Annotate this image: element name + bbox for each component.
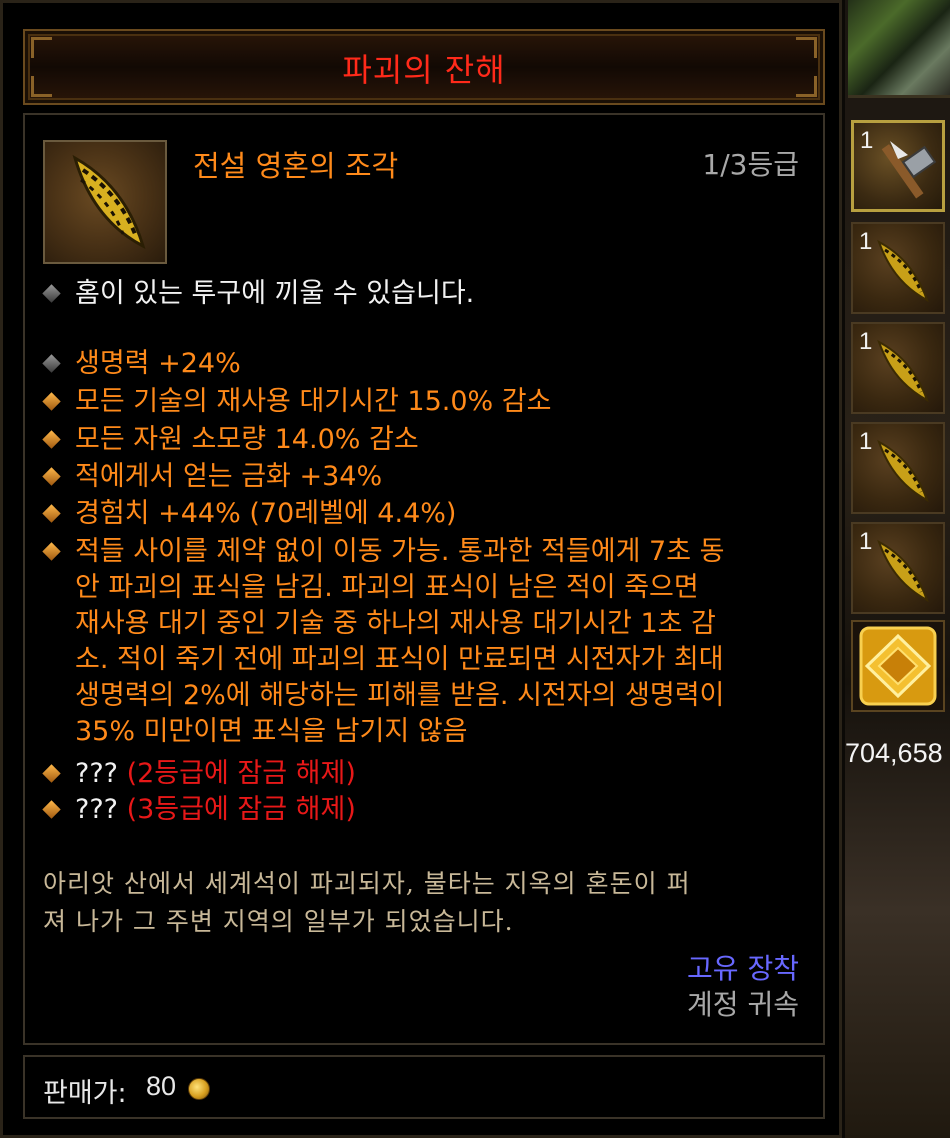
inventory-slot-shard-3[interactable]: 1 xyxy=(851,422,945,514)
item-grade: 1/3등급 xyxy=(702,148,799,181)
stat-line: 적에게서 얻는 금화 +34% xyxy=(42,460,383,493)
item-title-bar: 파괴의 잔해 xyxy=(23,29,825,105)
locked-effect-3: ??? (3등급에 잠금 해제) xyxy=(42,793,356,826)
locked-prefix: ??? xyxy=(75,794,118,825)
item-tooltip: 파괴의 잔해 전설 영혼의 조각 1/3등급 홈이 있는 투구에 끼울 수 있습… xyxy=(0,0,842,1138)
bullet-icon xyxy=(42,392,61,411)
stat-text: 경험치 +44% (70레벨에 4.4%) xyxy=(75,498,457,529)
gem-icon xyxy=(859,626,937,706)
inventory-slot-shard-4[interactable]: 1 xyxy=(851,522,945,614)
sell-price-bar xyxy=(23,1055,825,1119)
passive-line: 소. 적이 죽기 전에 파괴의 표식이 만료되면 시전자가 최대 xyxy=(75,644,724,675)
passive-line: 안 파괴의 표식을 남김. 파괴의 표식이 남은 적이 죽으면 xyxy=(75,572,699,603)
sell-price-value: 80 xyxy=(146,1071,177,1101)
soul-shard-icon xyxy=(877,439,929,503)
passive-line: 35% 미만이면 표식을 남기지 않음 xyxy=(75,716,468,747)
passive-line: 생명력의 2%에 해당하는 피해를 받음. 시전자의 생명력이 xyxy=(75,680,725,711)
bullet-icon xyxy=(42,467,61,486)
inventory-slot-hammer[interactable]: 1 xyxy=(851,120,945,212)
inventory-slot-shard-2[interactable]: 1 xyxy=(851,322,945,414)
passive-effect: 적들 사이를 제약 없이 이동 가능. 통과한 적들에게 7초 동 안 파괴의 … xyxy=(42,535,725,748)
socket-requirement: 홈이 있는 투구에 끼울 수 있습니다. xyxy=(42,277,475,310)
bullet-icon xyxy=(42,354,61,373)
soul-shard-icon xyxy=(877,339,929,403)
soul-shard-icon xyxy=(72,154,146,249)
bullet-icon xyxy=(42,430,61,449)
locked-text: (2등급에 잠금 해제) xyxy=(126,758,356,789)
soul-shard-icon xyxy=(877,239,929,303)
hammer-icon xyxy=(881,141,937,199)
flavor-line: 아리앗 산에서 세계석이 파괴되자, 불타는 지옥의 혼돈이 퍼 xyxy=(43,869,691,898)
bullet-icon xyxy=(42,800,61,819)
locked-prefix: ??? xyxy=(75,758,118,789)
inventory-slot-shard-1[interactable]: 1 xyxy=(851,222,945,314)
character-portrait-area xyxy=(848,0,950,98)
flavor-line: 져 나가 그 주변 지역의 일부가 되었습니다. xyxy=(43,907,514,936)
bullet-icon xyxy=(42,764,61,783)
sell-price-label: 판매가: xyxy=(43,1078,127,1109)
account-bound-label: 계정 귀속 xyxy=(687,988,799,1021)
socket-requirement-text: 홈이 있는 투구에 끼울 수 있습니다. xyxy=(75,278,475,309)
gold-coin-icon xyxy=(188,1078,210,1100)
locked-text: (3등급에 잠금 해제) xyxy=(126,794,356,825)
gold-amount: 704,658 xyxy=(845,738,943,768)
locked-effect-2: ??? (2등급에 잠금 해제) xyxy=(42,757,356,790)
passive-line: 적들 사이를 제약 없이 이동 가능. 통과한 적들에게 7초 동 xyxy=(75,536,725,567)
stat-text: 모든 자원 소모량 14.0% 감소 xyxy=(75,424,419,455)
stat-text: 생명력 +24% xyxy=(75,348,241,379)
stat-text: 적에게서 얻는 금화 +34% xyxy=(75,461,383,492)
bullet-icon xyxy=(42,284,61,303)
passive-line: 재사용 대기 중인 기술 중 하나의 재사용 대기시간 1초 감 xyxy=(75,608,716,639)
stat-text: 모든 기술의 재사용 대기시간 15.0% 감소 xyxy=(75,386,552,417)
stat-line: 모든 기술의 재사용 대기시간 15.0% 감소 xyxy=(42,385,552,418)
bullet-icon xyxy=(42,504,61,523)
item-name: 파괴의 잔해 xyxy=(342,51,506,89)
stat-line: 생명력 +24% xyxy=(42,347,241,380)
unique-equipped-label: 고유 장착 xyxy=(687,952,799,985)
item-type: 전설 영혼의 조각 xyxy=(193,149,399,183)
soul-shard-icon xyxy=(877,539,929,603)
item-icon-box xyxy=(43,140,167,264)
stat-line: 모든 자원 소모량 14.0% 감소 xyxy=(42,423,419,456)
flavor-text: 아리앗 산에서 세계석이 파괴되자, 불타는 지옥의 혼돈이 퍼 져 나가 그 … xyxy=(43,865,803,941)
stat-line: 경험치 +44% (70레벨에 4.4%) xyxy=(42,497,457,530)
bullet-icon xyxy=(42,542,61,561)
gem-slot[interactable] xyxy=(851,620,945,712)
